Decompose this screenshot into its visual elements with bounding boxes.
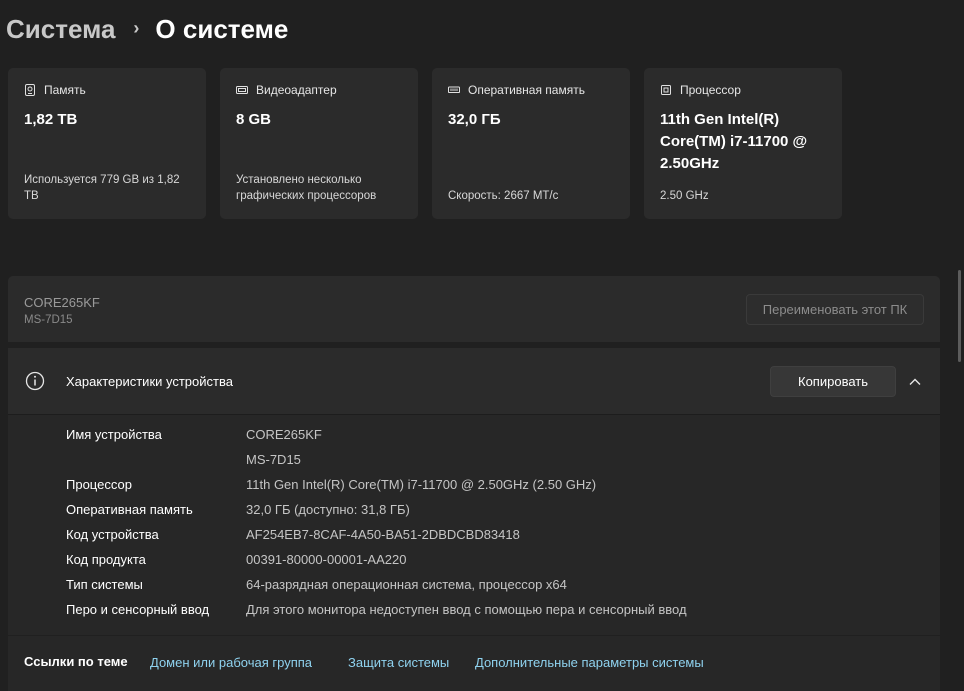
spec-label: Имя устройства	[66, 427, 162, 442]
spec-label: Тип системы	[66, 577, 143, 592]
related-links: Ссылки по теме Домен или рабочая группа …	[8, 636, 940, 691]
link-system-protection[interactable]: Защита системы	[348, 655, 449, 670]
breadcrumb: Система › О системе	[6, 14, 288, 45]
card-value: 11th Gen Intel(R) Core(TM) i7-11700 @ 2.…	[660, 111, 808, 172]
card-title: Оперативная память	[468, 83, 585, 97]
ram-card: Оперативная память 32,0 ГБ Скорость: 266…	[432, 68, 630, 219]
spec-value: MS-7D15	[246, 452, 301, 467]
chevron-right-icon: ›	[133, 18, 140, 38]
spec-value: CORE265KF	[246, 427, 322, 442]
device-specs-header[interactable]: Характеристики устройства Копировать	[8, 348, 940, 415]
spec-label: Перо и сенсорный ввод	[66, 602, 210, 617]
device-model: MS-7D15	[24, 314, 73, 326]
link-domain-workgroup[interactable]: Домен или рабочая группа	[150, 655, 312, 670]
about-page: Система › О системе Память 1,82 TB Испол…	[0, 0, 964, 691]
card-title: Память	[44, 83, 86, 97]
ram-icon	[448, 86, 460, 93]
card-title: Процессор	[680, 83, 741, 97]
related-links-title: Ссылки по теме	[24, 654, 128, 669]
card-footer: Установлено несколько графических процес…	[236, 174, 377, 202]
spec-value: 00391-80000-00001-AA220	[246, 552, 407, 567]
device-name-panel: CORE265KF MS-7D15 Переименовать этот ПК	[8, 276, 940, 342]
card-title: Видеоадаптер	[256, 83, 337, 97]
gpu-card: Видеоадаптер 8 GB Установлено несколько …	[220, 68, 418, 219]
spec-label: Код устройства	[66, 527, 159, 542]
spec-label: Процессор	[66, 477, 132, 492]
chevron-up-icon[interactable]	[908, 375, 922, 389]
scrollbar[interactable]	[958, 270, 961, 362]
card-value: 1,82 TB	[24, 111, 78, 128]
specs-title: Характеристики устройства	[66, 374, 233, 389]
storage-icon	[25, 84, 35, 96]
breadcrumb-parent[interactable]: Система	[6, 14, 115, 45]
rename-pc-button[interactable]: Переименовать этот ПК	[746, 294, 924, 325]
card-footer: Используется 779 GB из 1,82 TB	[24, 174, 180, 202]
device-specs-panel: Характеристики устройства Копировать Имя…	[8, 348, 940, 635]
device-name: CORE265KF	[24, 295, 100, 310]
card-value: 32,0 ГБ	[448, 111, 501, 128]
page-title: О системе	[155, 14, 289, 44]
spec-label: Код продукта	[66, 552, 146, 567]
card-value: 8 GB	[236, 111, 272, 128]
link-advanced-system-settings[interactable]: Дополнительные параметры системы	[475, 655, 704, 670]
copy-button[interactable]: Копировать	[770, 366, 896, 397]
info-icon	[25, 371, 45, 391]
spec-value: 32,0 ГБ (доступно: 31,8 ГБ)	[246, 502, 410, 517]
card-footer: Скорость: 2667 МТ/с	[448, 190, 559, 202]
spec-value: AF254EB7-8CAF-4A50-BA51-2DBDCBD83418	[246, 527, 520, 542]
spec-value: Для этого монитора недоступен ввод с пом…	[246, 602, 687, 617]
spec-value: 64-разрядная операционная система, проце…	[246, 577, 567, 592]
spec-label: Оперативная память	[66, 502, 193, 517]
card-footer: 2.50 GHz	[660, 190, 709, 202]
spec-value: 11th Gen Intel(R) Core(TM) i7-11700 @ 2.…	[246, 477, 597, 492]
gpu-icon	[236, 86, 248, 94]
cpu-card: Процессор 11th Gen Intel(R) Core(TM) i7-…	[644, 68, 842, 219]
storage-card: Память 1,82 TB Используется 779 GB из 1,…	[8, 68, 206, 219]
cpu-icon	[661, 85, 671, 95]
